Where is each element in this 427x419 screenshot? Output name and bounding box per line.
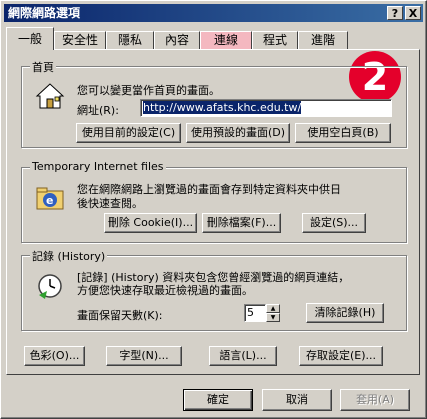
temp-files-legend: Temporary Internet files [30,160,166,173]
tab-general[interactable]: 一般 [6,27,54,50]
homepage-description: 您可以變更當作首頁的畫面。 [77,84,220,97]
days-spinner[interactable]: ▲ ▼ [266,304,280,322]
days-to-keep-label: 畫面保留天數(K): [77,309,163,322]
languages-button[interactable]: 語言(L)... [209,346,277,366]
apply-button[interactable]: 套用(A) [340,389,410,411]
homepage-legend: 首頁 [30,59,56,75]
delete-files-button[interactable]: 刪除檔案(F)... [202,213,281,233]
history-description-line2: 方便您快速存取最近檢視過的畫面。 [77,284,253,297]
history-legend: 記錄 (History) [30,248,108,264]
home-icon [35,83,65,109]
use-default-button[interactable]: 使用預設的畫面(D) [186,123,290,143]
accessibility-button[interactable]: 存取設定(E)... [299,346,383,366]
delete-cookies-button[interactable]: 刪除 Cookie(I)... [104,213,197,233]
clear-history-button[interactable]: 清除記錄(H) [306,303,384,323]
svg-text:e: e [46,194,53,207]
homepage-address-value: http://www.afats.khc.edu.tw/ [143,101,302,114]
ie-folder-icon: e [36,187,64,210]
window-title: 網際網路選項 [8,6,81,20]
history-clock-icon [38,274,62,299]
use-blank-button[interactable]: 使用空白頁(B) [295,123,391,143]
title-bar: 網際網路選項 ? X [4,4,423,22]
tab-content[interactable]: 內容 [154,31,200,49]
close-button[interactable]: X [405,6,421,20]
temp-settings-button[interactable]: 設定(S)... [302,213,366,233]
cancel-button[interactable]: 取消 [262,389,332,411]
tab-security[interactable]: 安全性 [54,31,106,49]
use-current-button[interactable]: 使用目前的設定(C) [76,123,181,143]
tab-strip: 一般 安全性 隱私 內容 連線 程式 進階 [1,25,427,51]
tab-connections[interactable]: 連線 [200,31,252,49]
help-button[interactable]: ? [387,6,403,20]
colors-button[interactable]: 色彩(O)... [24,346,85,366]
fonts-button[interactable]: 字型(N)... [106,346,182,366]
tab-advanced[interactable]: 進階 [298,31,348,49]
ok-button[interactable]: 確定 [183,389,253,411]
homepage-address-input[interactable]: http://www.afats.khc.edu.tw/ [140,99,392,117]
days-to-keep-input[interactable]: 5 [244,304,266,322]
tab-privacy[interactable]: 隱私 [106,31,154,49]
address-label: 網址(R): [77,104,119,117]
internet-options-window: 網際網路選項 ? X 一般 安全性 隱私 內容 連線 程式 進階 2 首頁 您可… [0,0,427,419]
tab-programs[interactable]: 程式 [252,31,298,49]
spin-up-icon[interactable]: ▲ [266,304,280,313]
spin-down-icon[interactable]: ▼ [266,313,280,322]
temp-files-description-line2: 後快速查閱。 [77,197,143,210]
